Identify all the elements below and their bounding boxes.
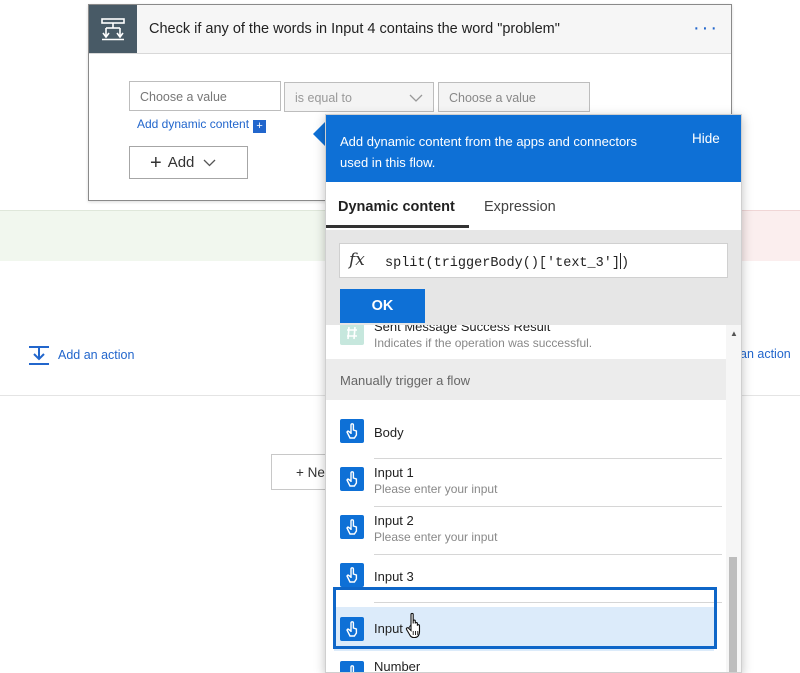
list-item-number[interactable]: Number bbox=[338, 659, 710, 672]
chevron-down-icon bbox=[409, 94, 423, 102]
list-item-input-1[interactable]: Input 1 Please enter your input bbox=[338, 465, 722, 507]
right-value-input[interactable]: Choose a value bbox=[438, 82, 590, 112]
flyout-header-text: Add dynamic content from the apps and co… bbox=[340, 134, 638, 170]
add-action-button[interactable]: Add an action bbox=[28, 344, 134, 366]
section-manually-trigger: Manually trigger a flow bbox=[326, 359, 726, 400]
fx-icon: fx bbox=[349, 250, 365, 270]
item-separator bbox=[374, 506, 722, 507]
operator-value: is equal to bbox=[295, 91, 352, 105]
plus-icon: + bbox=[253, 120, 267, 133]
tab-expression[interactable]: Expression bbox=[484, 199, 556, 215]
item-separator bbox=[374, 458, 722, 459]
highlight-frame bbox=[333, 587, 717, 649]
hand-cursor-icon bbox=[405, 612, 421, 639]
item-title: Body bbox=[374, 425, 404, 440]
flyout-header: Add dynamic content from the apps and co… bbox=[326, 115, 741, 182]
expression-text: split(triggerBody()['text_3']) bbox=[385, 253, 629, 271]
add-button[interactable]: + Add bbox=[129, 146, 248, 179]
expression-value: split(triggerBody()['text_3'] bbox=[385, 256, 620, 271]
add-dynamic-content-link[interactable]: Add dynamic content + bbox=[137, 117, 267, 133]
item-subtitle: Indicates if the operation was successfu… bbox=[374, 336, 593, 350]
list-scrollbar[interactable]: ▲ bbox=[726, 325, 741, 672]
add-action-icon bbox=[29, 346, 49, 365]
item-title: Input 2 bbox=[374, 513, 414, 528]
item-title: Input 1 bbox=[374, 465, 414, 480]
expression-closing: ) bbox=[620, 256, 630, 271]
new-step-button[interactable]: + Ne bbox=[271, 454, 331, 490]
flyout-pointer bbox=[313, 122, 325, 146]
left-value-input[interactable]: Choose a value bbox=[129, 81, 281, 111]
item-subtitle: Please enter your input bbox=[374, 530, 498, 544]
plus-icon: + bbox=[150, 151, 162, 174]
item-title: Number bbox=[374, 659, 421, 672]
list-item-input-2[interactable]: Input 2 Please enter your input bbox=[338, 513, 722, 555]
condition-icon bbox=[89, 5, 137, 53]
chevron-down-icon bbox=[203, 159, 216, 166]
expression-area: fx split(triggerBody()['text_3']) OK bbox=[326, 230, 741, 325]
add-button-label: Add bbox=[167, 154, 195, 171]
list-item-body[interactable]: Body bbox=[338, 417, 722, 459]
item-title: Input 3 bbox=[374, 569, 414, 584]
operator-select[interactable]: is equal to bbox=[284, 82, 434, 112]
manual-trigger-icon bbox=[340, 563, 364, 587]
expression-input[interactable]: fx split(triggerBody()['text_3']) bbox=[339, 243, 728, 278]
flyout-tabs: Dynamic content Expression bbox=[326, 182, 741, 230]
add-dynamic-content-label: Add dynamic content bbox=[137, 117, 250, 131]
list-item-sent-message-success[interactable]: Sent Message Success Result Indicates if… bbox=[338, 325, 710, 361]
condition-no-band bbox=[740, 210, 800, 261]
add-action-right-label[interactable]: an action bbox=[740, 347, 791, 361]
condition-title[interactable]: Check if any of the words in Input 4 con… bbox=[149, 21, 560, 37]
ok-button[interactable]: OK bbox=[340, 289, 425, 323]
add-action-label: Add an action bbox=[58, 348, 135, 362]
hide-button[interactable]: Hide bbox=[692, 131, 720, 146]
manual-trigger-icon bbox=[340, 515, 364, 539]
manual-trigger-icon bbox=[340, 419, 364, 443]
scroll-thumb[interactable] bbox=[729, 557, 737, 672]
tab-dynamic-content[interactable]: Dynamic content bbox=[338, 199, 455, 215]
active-tab-indicator bbox=[326, 225, 469, 228]
condition-yes-band bbox=[0, 210, 330, 261]
connector-icon bbox=[340, 325, 364, 345]
manual-trigger-icon bbox=[340, 661, 364, 672]
condition-card-header[interactable]: Check if any of the words in Input 4 con… bbox=[89, 5, 731, 54]
item-subtitle: Please enter your input bbox=[374, 482, 498, 496]
scroll-up-icon[interactable]: ▲ bbox=[730, 329, 738, 338]
item-title: Sent Message Success Result bbox=[374, 325, 551, 334]
item-separator bbox=[374, 554, 722, 555]
more-options-icon[interactable]: ··· bbox=[693, 17, 719, 40]
manual-trigger-icon bbox=[340, 467, 364, 491]
section-label: Manually trigger a flow bbox=[340, 373, 471, 388]
